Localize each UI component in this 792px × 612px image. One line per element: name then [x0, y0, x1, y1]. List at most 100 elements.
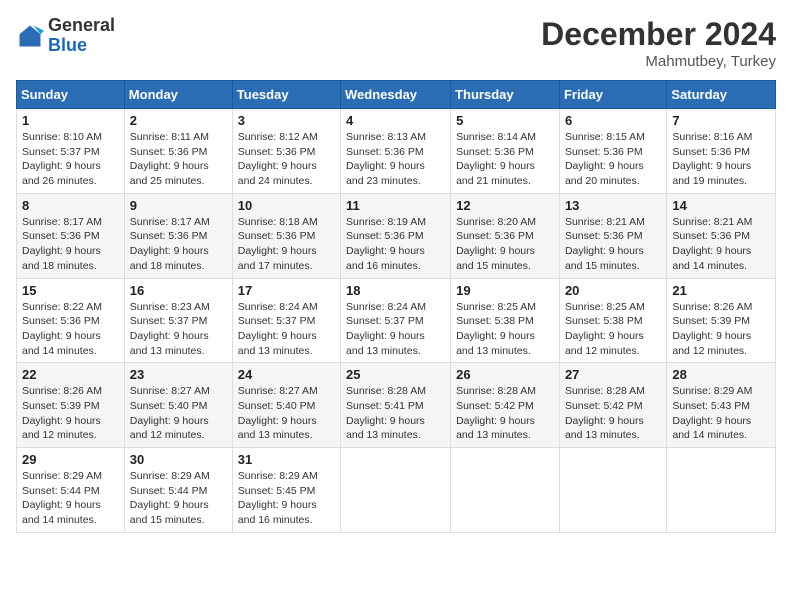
col-header-tuesday: Tuesday	[232, 81, 340, 109]
week-row-1: 1 Sunrise: 8:10 AMSunset: 5:37 PMDaylight…	[17, 109, 776, 194]
calendar-cell: 31Sunrise: 8:29 AMSunset: 5:45 PMDayligh…	[232, 448, 340, 533]
day-number: 6	[565, 113, 661, 128]
day-info: Sunrise: 8:23 AMSunset: 5:37 PMDaylight:…	[130, 300, 227, 359]
day-number: 4	[346, 113, 445, 128]
day-number: 27	[565, 367, 661, 382]
calendar-cell: 17 Sunrise: 8:24 AMSunset: 5:37 PMDayligh…	[232, 278, 340, 363]
day-info: Sunrise: 8:25 AMSunset: 5:38 PMDaylight:…	[565, 300, 661, 359]
calendar-header-row: SundayMondayTuesdayWednesdayThursdayFrid…	[17, 81, 776, 109]
day-info: Sunrise: 8:17 AMSunset: 5:36 PMDaylight:…	[22, 215, 119, 274]
col-header-sunday: Sunday	[17, 81, 125, 109]
calendar-cell: 28 Sunrise: 8:29 AMSunset: 5:43 PMDayligh…	[667, 363, 776, 448]
day-info: Sunrise: 8:29 AMSunset: 5:43 PMDaylight:…	[672, 384, 770, 443]
day-info: Sunrise: 8:27 AMSunset: 5:40 PMDaylight:…	[238, 384, 335, 443]
calendar-cell	[559, 448, 666, 533]
day-number: 3	[238, 113, 335, 128]
day-number: 30	[130, 452, 227, 467]
calendar-table: SundayMondayTuesdayWednesdayThursdayFrid…	[16, 80, 776, 533]
day-info: Sunrise: 8:17 AMSunset: 5:36 PMDaylight:…	[130, 215, 227, 274]
calendar-cell: 13Sunrise: 8:21 AMSunset: 5:36 PMDayligh…	[559, 193, 666, 278]
day-number: 16	[130, 283, 227, 298]
day-number: 5	[456, 113, 554, 128]
day-info: Sunrise: 8:18 AMSunset: 5:36 PMDaylight:…	[238, 215, 335, 274]
week-row-5: 29Sunrise: 8:29 AMSunset: 5:44 PMDayligh…	[17, 448, 776, 533]
day-info: Sunrise: 8:10 AMSunset: 5:37 PMDaylight:…	[22, 130, 119, 189]
calendar-cell	[341, 448, 451, 533]
calendar-cell: 23 Sunrise: 8:27 AMSunset: 5:40 PMDayligh…	[124, 363, 232, 448]
col-header-friday: Friday	[559, 81, 666, 109]
day-info: Sunrise: 8:12 AMSunset: 5:36 PMDaylight:…	[238, 130, 335, 189]
day-info: Sunrise: 8:21 AMSunset: 5:36 PMDaylight:…	[672, 215, 770, 274]
day-info: Sunrise: 8:14 AMSunset: 5:36 PMDaylight:…	[456, 130, 554, 189]
calendar-cell: 10Sunrise: 8:18 AMSunset: 5:36 PMDayligh…	[232, 193, 340, 278]
day-number: 25	[346, 367, 445, 382]
day-info: Sunrise: 8:26 AMSunset: 5:39 PMDaylight:…	[22, 384, 119, 443]
logo-general: General	[48, 16, 115, 36]
day-info: Sunrise: 8:26 AMSunset: 5:39 PMDaylight:…	[672, 300, 770, 359]
calendar-cell: 18 Sunrise: 8:24 AMSunset: 5:37 PMDayligh…	[341, 278, 451, 363]
calendar-cell: 15 Sunrise: 8:22 AMSunset: 5:36 PMDayligh…	[17, 278, 125, 363]
calendar-cell: 21 Sunrise: 8:26 AMSunset: 5:39 PMDayligh…	[667, 278, 776, 363]
calendar-cell: 6Sunrise: 8:15 AMSunset: 5:36 PMDaylight…	[559, 109, 666, 194]
page-header: General Blue December 2024 Mahmutbey, Tu…	[16, 16, 776, 70]
calendar-cell: 16 Sunrise: 8:23 AMSunset: 5:37 PMDayligh…	[124, 278, 232, 363]
day-info: Sunrise: 8:27 AMSunset: 5:40 PMDaylight:…	[130, 384, 227, 443]
calendar-cell: 27 Sunrise: 8:28 AMSunset: 5:42 PMDayligh…	[559, 363, 666, 448]
day-number: 19	[456, 283, 554, 298]
calendar-cell: 20Sunrise: 8:25 AMSunset: 5:38 PMDayligh…	[559, 278, 666, 363]
calendar-cell: 29Sunrise: 8:29 AMSunset: 5:44 PMDayligh…	[17, 448, 125, 533]
day-info: Sunrise: 8:20 AMSunset: 5:36 PMDaylight:…	[456, 215, 554, 274]
week-row-2: 8Sunrise: 8:17 AMSunset: 5:36 PMDaylight…	[17, 193, 776, 278]
day-info: Sunrise: 8:16 AMSunset: 5:36 PMDaylight:…	[672, 130, 770, 189]
calendar-cell: 14Sunrise: 8:21 AMSunset: 5:36 PMDayligh…	[667, 193, 776, 278]
day-info: Sunrise: 8:29 AMSunset: 5:44 PMDaylight:…	[130, 469, 227, 528]
calendar-cell: 5 Sunrise: 8:14 AMSunset: 5:36 PMDaylight…	[451, 109, 560, 194]
day-number: 24	[238, 367, 335, 382]
calendar-cell: 1 Sunrise: 8:10 AMSunset: 5:37 PMDaylight…	[17, 109, 125, 194]
location: Mahmutbey, Turkey	[541, 53, 776, 70]
calendar-cell: 12 Sunrise: 8:20 AMSunset: 5:36 PMDayligh…	[451, 193, 560, 278]
logo: General Blue	[16, 16, 115, 56]
col-header-saturday: Saturday	[667, 81, 776, 109]
month-title: December 2024	[541, 16, 776, 53]
day-number: 26	[456, 367, 554, 382]
title-area: December 2024 Mahmutbey, Turkey	[541, 16, 776, 70]
day-info: Sunrise: 8:28 AMSunset: 5:42 PMDaylight:…	[565, 384, 661, 443]
day-info: Sunrise: 8:25 AMSunset: 5:38 PMDaylight:…	[456, 300, 554, 359]
day-info: Sunrise: 8:24 AMSunset: 5:37 PMDaylight:…	[346, 300, 445, 359]
day-number: 18	[346, 283, 445, 298]
day-number: 15	[22, 283, 119, 298]
day-number: 22	[22, 367, 119, 382]
col-header-monday: Monday	[124, 81, 232, 109]
day-number: 2	[130, 113, 227, 128]
logo-text: General Blue	[48, 16, 115, 56]
day-info: Sunrise: 8:29 AMSunset: 5:44 PMDaylight:…	[22, 469, 119, 528]
day-number: 17	[238, 283, 335, 298]
day-number: 13	[565, 198, 661, 213]
day-number: 9	[130, 198, 227, 213]
col-header-wednesday: Wednesday	[341, 81, 451, 109]
calendar-cell: 4 Sunrise: 8:13 AMSunset: 5:36 PMDaylight…	[341, 109, 451, 194]
day-info: Sunrise: 8:24 AMSunset: 5:37 PMDaylight:…	[238, 300, 335, 359]
calendar-cell: 26 Sunrise: 8:28 AMSunset: 5:42 PMDayligh…	[451, 363, 560, 448]
calendar-cell	[667, 448, 776, 533]
day-number: 11	[346, 198, 445, 213]
day-number: 23	[130, 367, 227, 382]
week-row-3: 15 Sunrise: 8:22 AMSunset: 5:36 PMDayligh…	[17, 278, 776, 363]
col-header-thursday: Thursday	[451, 81, 560, 109]
day-number: 28	[672, 367, 770, 382]
week-row-4: 22 Sunrise: 8:26 AMSunset: 5:39 PMDayligh…	[17, 363, 776, 448]
day-number: 12	[456, 198, 554, 213]
day-number: 7	[672, 113, 770, 128]
day-info: Sunrise: 8:13 AMSunset: 5:36 PMDaylight:…	[346, 130, 445, 189]
day-number: 1	[22, 113, 119, 128]
calendar-cell: 22 Sunrise: 8:26 AMSunset: 5:39 PMDayligh…	[17, 363, 125, 448]
day-info: Sunrise: 8:29 AMSunset: 5:45 PMDaylight:…	[238, 469, 335, 528]
day-number: 21	[672, 283, 770, 298]
day-info: Sunrise: 8:22 AMSunset: 5:36 PMDaylight:…	[22, 300, 119, 359]
calendar-cell: 3 Sunrise: 8:12 AMSunset: 5:36 PMDaylight…	[232, 109, 340, 194]
day-info: Sunrise: 8:19 AMSunset: 5:36 PMDaylight:…	[346, 215, 445, 274]
calendar-cell	[451, 448, 560, 533]
day-info: Sunrise: 8:28 AMSunset: 5:42 PMDaylight:…	[456, 384, 554, 443]
day-info: Sunrise: 8:28 AMSunset: 5:41 PMDaylight:…	[346, 384, 445, 443]
